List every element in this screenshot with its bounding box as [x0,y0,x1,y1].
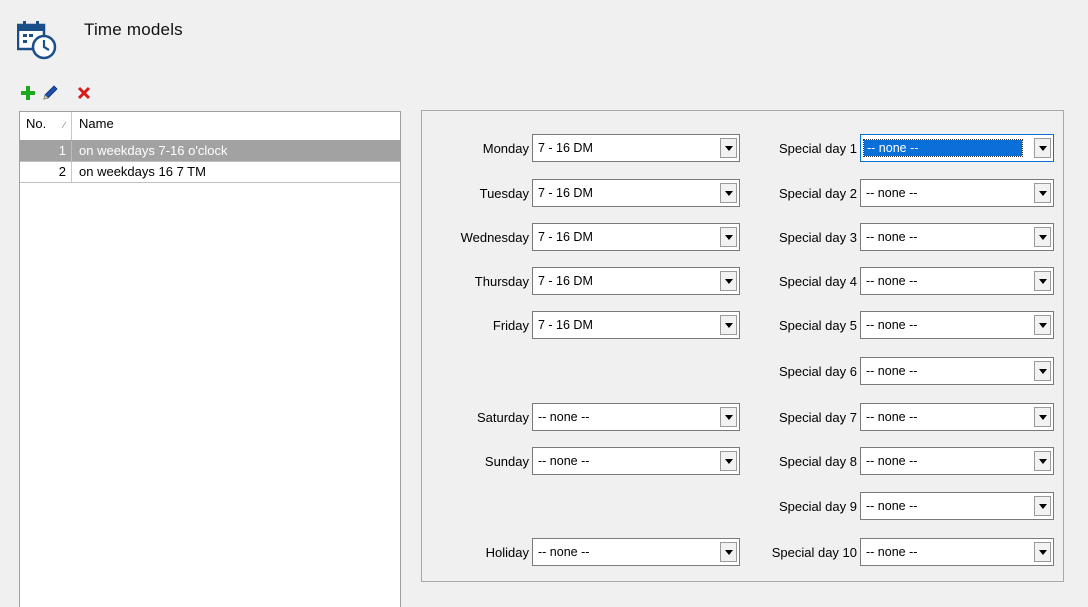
special-day-3-select[interactable]: -- none -- [860,223,1054,251]
chevron-down-icon[interactable] [720,315,737,335]
special-day-6-select[interactable]: -- none -- [860,357,1054,385]
special-day-9-select[interactable]: -- none -- [860,492,1054,520]
field-special-day-8: Special day 8 -- none -- [750,447,1054,475]
friday-label: Friday [492,317,529,333]
chevron-down-icon[interactable] [1034,315,1051,335]
sunday-select[interactable]: -- none -- [532,447,740,475]
chevron-down-icon[interactable] [720,138,737,158]
special-day-4-label: Special day 4 [778,273,857,289]
saturday-label: Saturday [476,409,529,425]
special-day-1-select[interactable]: -- none -- [860,134,1054,162]
field-holiday: Holiday -- none -- [422,538,740,566]
chevron-down-icon[interactable] [1034,138,1051,158]
field-special-day-1: Special day 1 -- none -- [750,134,1054,162]
chevron-down-icon[interactable] [720,271,737,291]
tuesday-select[interactable]: 7 - 16 DM [532,179,740,207]
row-number: 2 [20,162,72,182]
special-day-5-select[interactable]: -- none -- [860,311,1054,339]
chevron-down-icon[interactable] [720,542,737,562]
monday-select[interactable]: 7 - 16 DM [532,134,740,162]
special-day-2-label: Special day 2 [778,185,857,201]
close-icon [77,86,91,100]
field-special-day-2: Special day 2 -- none -- [750,179,1054,207]
thursday-select[interactable]: 7 - 16 DM [532,267,740,295]
field-thursday: Thursday 7 - 16 DM [422,267,740,295]
chevron-down-icon[interactable] [1034,271,1051,291]
time-model-list: No. ∕ Name 1 on weekdays 7-16 o'clock 2 … [19,111,401,607]
field-special-day-7: Special day 7 -- none -- [750,403,1054,431]
chevron-down-icon[interactable] [1034,361,1051,381]
field-special-day-4: Special day 4 -- none -- [750,267,1054,295]
special-day-10-label: Special day 10 [771,544,857,560]
row-number: 1 [20,141,72,161]
plus-icon [21,86,35,100]
chevron-down-icon[interactable] [1034,496,1051,516]
special-day-2-select[interactable]: -- none -- [860,179,1054,207]
chevron-down-icon[interactable] [1034,407,1051,427]
row-name: on weekdays 16 7 TM [79,164,206,179]
wednesday-select[interactable]: 7 - 16 DM [532,223,740,251]
time-model-details: Monday 7 - 16 DM Tuesday 7 - 16 DM Wedne… [421,110,1064,582]
table-row[interactable]: 2 on weekdays 16 7 TM [20,162,400,183]
saturday-select[interactable]: -- none -- [532,403,740,431]
chevron-down-icon[interactable] [1034,183,1051,203]
special-day-6-label: Special day 6 [778,363,857,379]
holiday-label: Holiday [485,544,529,560]
chevron-down-icon[interactable] [720,451,737,471]
special-day-7-label: Special day 7 [778,409,857,425]
wednesday-label: Wednesday [460,229,529,245]
field-monday: Monday 7 - 16 DM [422,134,740,162]
field-special-day-6: Special day 6 -- none -- [750,357,1054,385]
chevron-down-icon[interactable] [1034,227,1051,247]
list-header: No. ∕ Name [20,112,400,141]
sunday-label: Sunday [484,453,529,469]
field-special-day-9: Special day 9 -- none -- [750,492,1054,520]
table-row[interactable]: 1 on weekdays 7-16 o'clock [20,141,400,162]
special-day-3-label: Special day 3 [778,229,857,245]
column-header-no[interactable]: No. ∕ [20,112,72,140]
chevron-down-icon[interactable] [1034,451,1051,471]
page-title: Time models [84,20,183,39]
monday-label: Monday [482,140,529,156]
holiday-select[interactable]: -- none -- [532,538,740,566]
field-wednesday: Wednesday 7 - 16 DM [422,223,740,251]
toolbar [18,82,96,104]
field-special-day-5: Special day 5 -- none -- [750,311,1054,339]
special-day-8-label: Special day 8 [778,453,857,469]
calendar-clock-icon [16,19,59,61]
field-special-day-3: Special day 3 -- none -- [750,223,1054,251]
field-sunday: Sunday -- none -- [422,447,740,475]
special-day-10-select[interactable]: -- none -- [860,538,1054,566]
special-day-1-label: Special day 1 [778,140,857,156]
chevron-down-icon[interactable] [720,227,737,247]
sort-icon: ∕ [63,120,65,130]
edit-button[interactable] [40,83,60,103]
chevron-down-icon[interactable] [720,407,737,427]
field-saturday: Saturday -- none -- [422,403,740,431]
thursday-label: Thursday [474,273,529,289]
field-special-day-10: Special day 10 -- none -- [750,538,1054,566]
row-name: on weekdays 7-16 o'clock [79,143,228,158]
add-button[interactable] [18,83,38,103]
delete-button[interactable] [74,83,94,103]
special-day-5-label: Special day 5 [778,317,857,333]
friday-select[interactable]: 7 - 16 DM [532,311,740,339]
tuesday-label: Tuesday [479,185,529,201]
field-friday: Friday 7 - 16 DM [422,311,740,339]
pencil-icon [43,85,58,100]
special-day-4-select[interactable]: -- none -- [860,267,1054,295]
field-tuesday: Tuesday 7 - 16 DM [422,179,740,207]
special-day-9-label: Special day 9 [778,498,857,514]
chevron-down-icon[interactable] [1034,542,1051,562]
chevron-down-icon[interactable] [720,183,737,203]
special-day-7-select[interactable]: -- none -- [860,403,1054,431]
column-header-name[interactable]: Name [72,112,400,140]
special-day-8-select[interactable]: -- none -- [860,447,1054,475]
